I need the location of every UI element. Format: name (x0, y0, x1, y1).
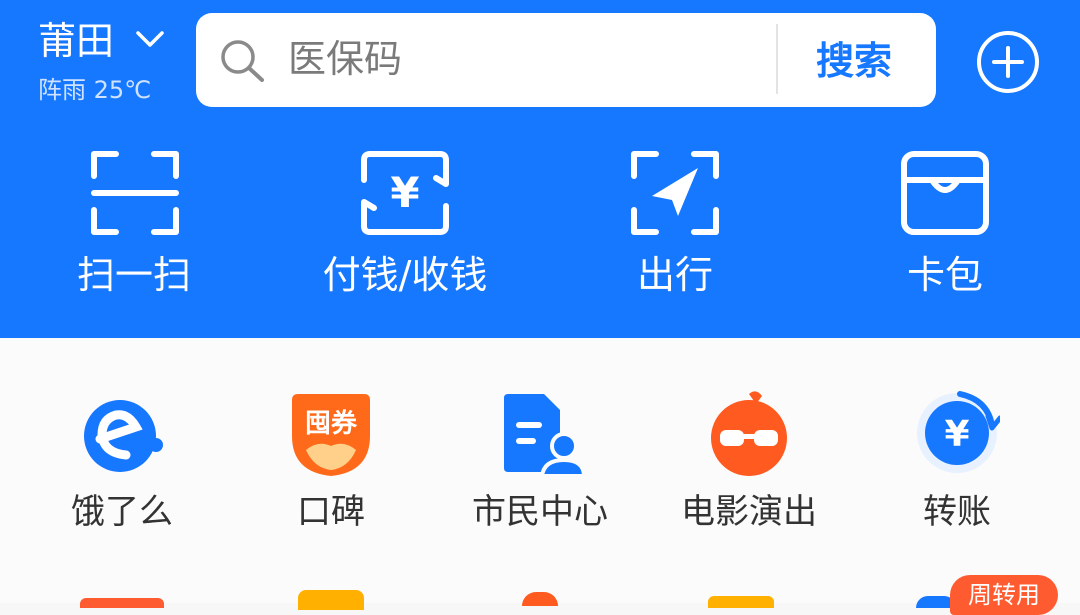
promo-badge: 周转用 (950, 575, 1058, 615)
row2-app-3-icon[interactable] (522, 592, 558, 606)
wallet-label[interactable]: 卡包 (907, 250, 983, 300)
yuan-symbol: ¥ (390, 168, 419, 217)
citizen-center-icon[interactable] (498, 392, 584, 478)
transfer-label[interactable]: 转账 (923, 490, 991, 534)
weather-info: 阵雨 25℃ (38, 76, 152, 104)
transfer-icon[interactable]: ¥ (914, 390, 1000, 476)
scan-label[interactable]: 扫一扫 (77, 250, 191, 300)
search-divider (776, 24, 778, 94)
chevron-down-icon[interactable] (134, 28, 166, 50)
eleme-icon[interactable] (80, 393, 166, 479)
pay-receive-icon[interactable]: ¥ (360, 150, 450, 236)
row2-app-2-icon[interactable] (298, 590, 364, 610)
koubei-icon-text: 囤券 (305, 409, 358, 439)
travel-icon[interactable] (630, 150, 720, 236)
add-circle-icon[interactable] (976, 30, 1040, 94)
koubei-label[interactable]: 口碑 (297, 490, 365, 534)
search-icon (221, 40, 264, 82)
transfer-yuan-symbol: ¥ (944, 414, 969, 455)
row2-app-1-icon[interactable] (80, 598, 164, 608)
search-input[interactable]: 医保码 (288, 34, 402, 84)
citizen-center-label[interactable]: 市民中心 (472, 490, 608, 534)
movie-icon[interactable] (706, 390, 792, 478)
eleme-label[interactable]: 饿了么 (71, 490, 173, 534)
pay-receive-label[interactable]: 付钱/收钱 (323, 250, 488, 300)
search-button[interactable]: 搜索 (816, 36, 892, 86)
travel-label[interactable]: 出行 (637, 250, 713, 300)
wallet-icon[interactable] (900, 150, 990, 236)
row2-app-4-icon[interactable] (708, 596, 774, 608)
movie-label[interactable]: 电影演出 (681, 490, 817, 534)
city-selector[interactable]: 莆田 (38, 18, 114, 64)
koubei-icon[interactable]: 囤券 (288, 392, 374, 478)
scan-icon[interactable] (90, 150, 180, 236)
